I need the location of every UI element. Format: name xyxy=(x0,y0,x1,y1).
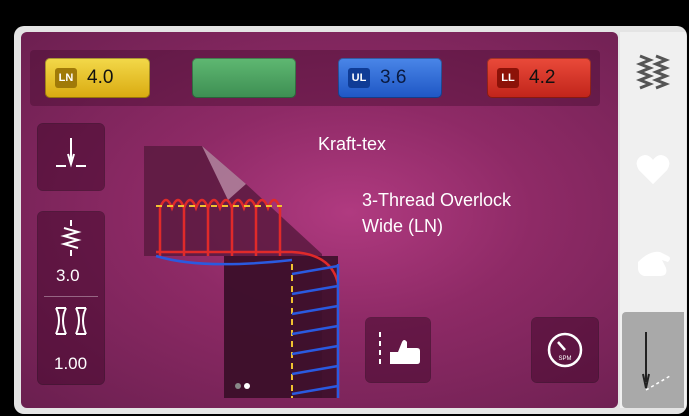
heart-icon xyxy=(636,155,670,184)
ln-value: 4.0 xyxy=(87,67,114,88)
panel-divider xyxy=(44,296,98,297)
stitch-name-line1: 3-Thread Overlock xyxy=(362,190,512,210)
stitch-length-icon xyxy=(60,220,82,256)
differential-feed-icon xyxy=(55,307,87,335)
ll-value: 4.2 xyxy=(529,67,556,88)
needle-position-hand-icon xyxy=(379,332,420,366)
ll-code-label: LL xyxy=(497,68,519,88)
differential-feed-button[interactable]: 1.00 xyxy=(38,298,104,384)
needle-position-hand-button[interactable] xyxy=(366,318,430,382)
speed-gauge-icon: SPM xyxy=(547,332,583,368)
green-tension-button[interactable] xyxy=(192,58,296,98)
side-tab-favorites[interactable] xyxy=(620,138,686,208)
overlock-stitch-illustration xyxy=(144,146,340,398)
differential-feed-value: 1.00 xyxy=(54,354,88,373)
stitch-length-button[interactable]: 3.0 xyxy=(38,212,104,296)
page-dot-active xyxy=(244,383,250,389)
needle-icon xyxy=(642,332,671,391)
page-dot xyxy=(235,383,241,389)
fabric-label: Kraft-tex xyxy=(318,134,387,154)
ul-code-label: UL xyxy=(348,68,370,88)
stitch-length-value: 3.0 xyxy=(56,266,80,285)
needle-position-button[interactable] xyxy=(38,124,104,190)
ln-tension-button[interactable]: LN 4.0 xyxy=(45,58,150,98)
ul-value: 3.6 xyxy=(380,67,407,88)
needle-icon xyxy=(56,138,86,168)
page-indicator xyxy=(235,376,253,394)
side-tab-needle-active[interactable] xyxy=(622,312,684,408)
ul-tension-button[interactable]: UL 3.6 xyxy=(338,58,442,98)
stitch-name-line2: Wide (LN) xyxy=(362,216,444,236)
ll-tension-button[interactable]: LL 4.2 xyxy=(487,58,591,98)
side-tab-stitches[interactable] xyxy=(620,40,686,110)
side-tab-help[interactable] xyxy=(620,228,686,298)
hand-icon xyxy=(638,251,670,276)
stitch-selection-icon xyxy=(635,54,671,90)
speed-button[interactable]: SPM xyxy=(532,318,598,382)
spm-label: SPM xyxy=(558,356,571,362)
ln-code-label: LN xyxy=(55,68,77,88)
